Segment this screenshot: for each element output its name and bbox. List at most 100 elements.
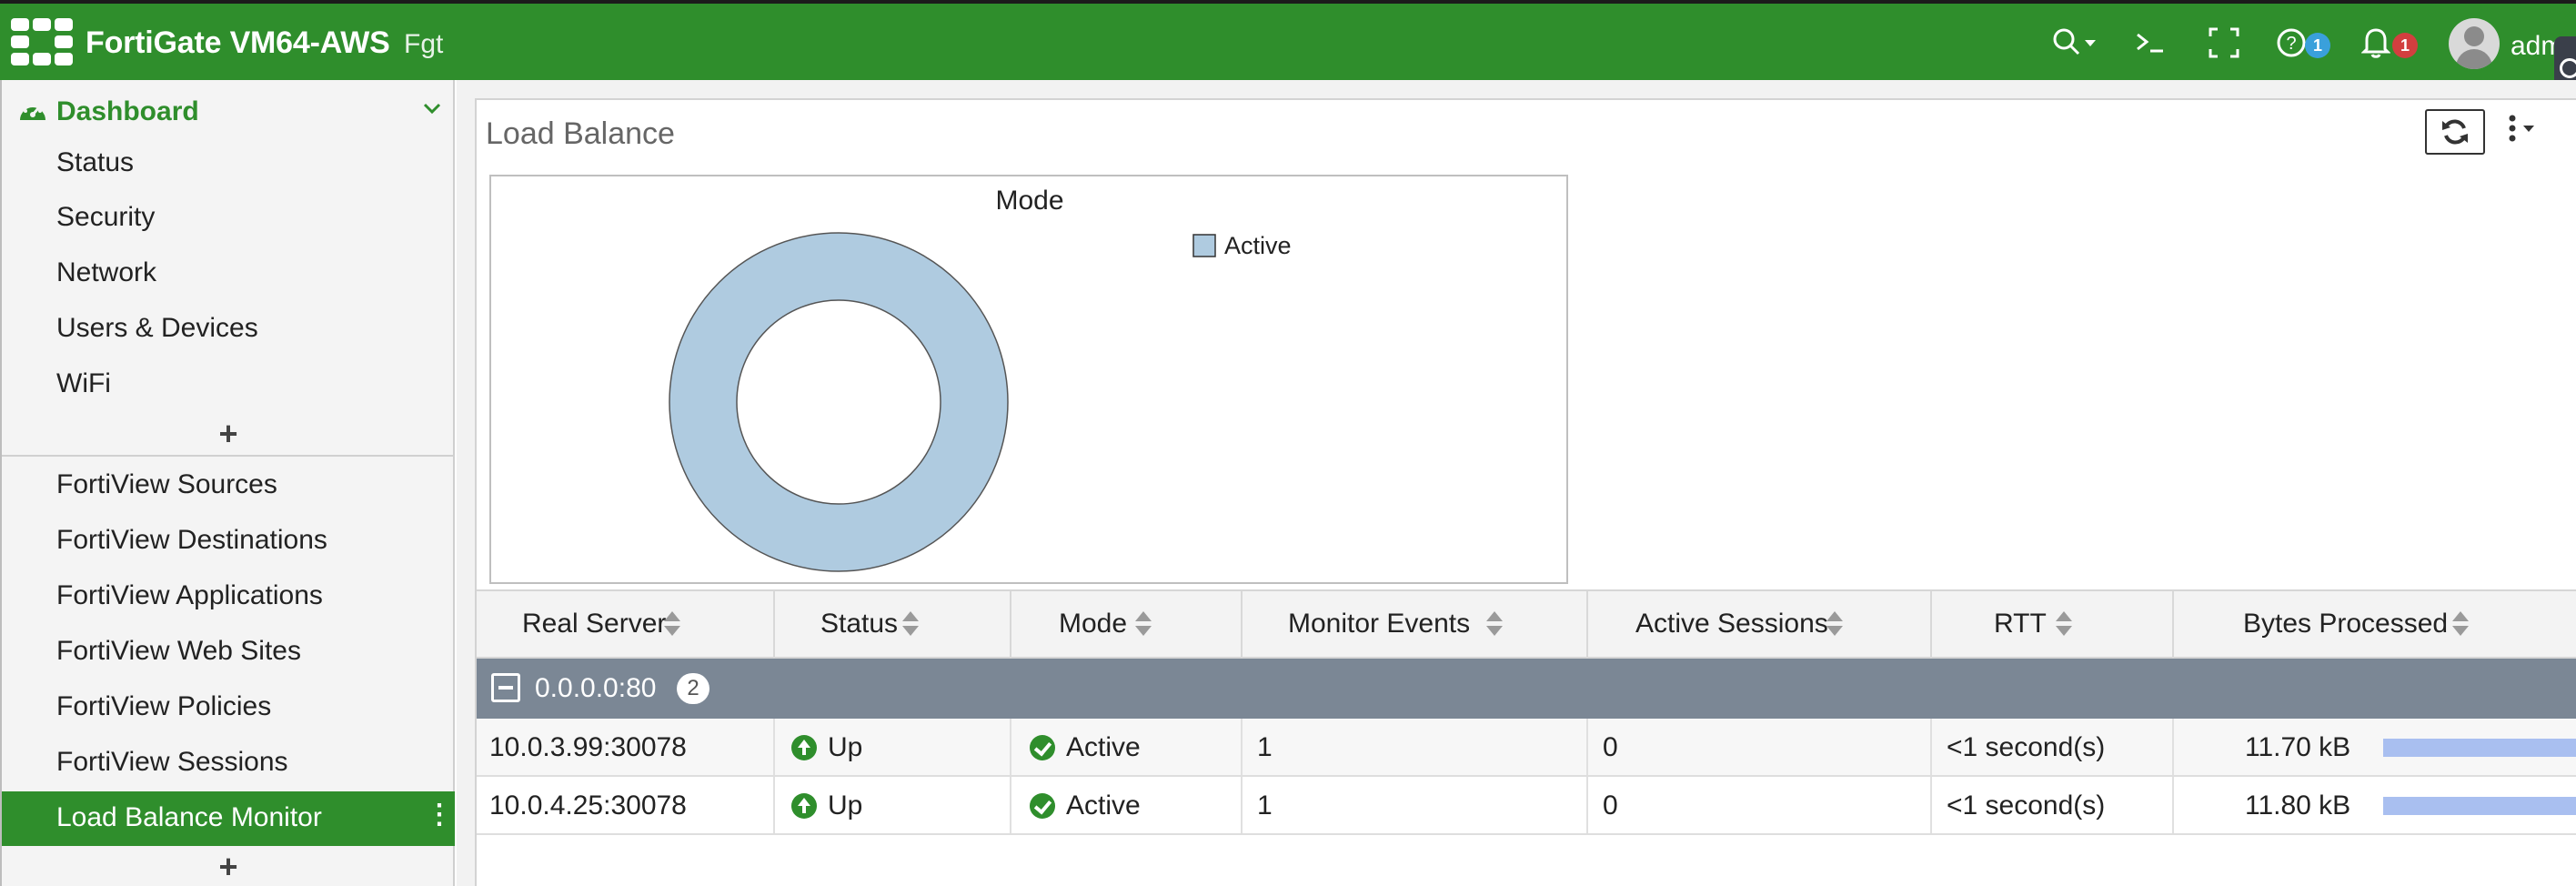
legend-item-active[interactable]: Active — [1192, 232, 1292, 259]
refresh-button[interactable] — [2425, 109, 2485, 155]
sidebar-item-label: Dashboard — [56, 96, 199, 126]
widget-menu-button[interactable] — [2507, 113, 2540, 151]
column-label: Mode — [1059, 609, 1128, 639]
sidebar-item-label: Network — [56, 257, 157, 287]
help-icon[interactable]: ? — [2276, 27, 2307, 63]
cell-real-server: 10.0.3.99:30078 — [477, 719, 775, 775]
cell-mode: Active — [1011, 777, 1243, 833]
sort-icon[interactable] — [902, 611, 919, 639]
sidebar-item-fortiview-web-sites[interactable]: FortiView Web Sites — [2, 625, 455, 680]
load-balance-widget: Load Balance Mode Active Real Server Stat… — [475, 98, 2576, 886]
real-server-value: 10.0.4.25:30078 — [489, 790, 687, 821]
column-label: Monitor Events — [1288, 609, 1471, 639]
main-content: Load Balance Mode Active Real Server Stat… — [457, 80, 2576, 886]
status-up-icon — [791, 735, 817, 760]
help-badge: 1 — [2305, 33, 2330, 58]
status-up-icon — [791, 793, 817, 819]
legend-label: Active — [1224, 232, 1292, 259]
column-label: Bytes Processed — [2243, 609, 2449, 639]
sort-icon[interactable] — [1486, 611, 1503, 639]
sidebar-item-fortiview-policies[interactable]: FortiView Policies — [2, 680, 455, 735]
active-sessions-value: 0 — [1603, 790, 1618, 821]
user-avatar[interactable] — [2449, 18, 2500, 69]
chevron-down-icon[interactable] — [422, 96, 442, 125]
bytes-bar — [2383, 739, 2576, 757]
cell-status: Up — [775, 719, 1011, 775]
cell-rtt: <1 second(s) — [1932, 719, 2174, 775]
mode-value: Active — [1066, 790, 1141, 821]
status-value: Up — [828, 732, 863, 762]
rtt-value: <1 second(s) — [1947, 732, 2106, 762]
cell-status: Up — [775, 777, 1011, 833]
more-options-icon[interactable]: ⋮ — [426, 799, 453, 831]
sidebar-item-network[interactable]: Network — [2, 247, 455, 301]
collapse-group-icon[interactable] — [491, 673, 520, 702]
sidebar-item-users-devices[interactable]: Users & Devices — [2, 302, 455, 357]
column-label: Status — [820, 609, 899, 639]
column-header-rtt[interactable]: RTT — [1932, 591, 2174, 659]
column-header-monitor-events[interactable]: Monitor Events — [1243, 591, 1588, 659]
fortinet-logo-icon[interactable] — [11, 18, 73, 65]
hostname: Fgt — [404, 29, 444, 59]
column-header-bytes-processed[interactable]: Bytes Processed — [2174, 591, 2576, 659]
search-icon[interactable] — [2052, 27, 2098, 63]
cell-real-server: 10.0.4.25:30078 — [477, 777, 775, 833]
sidebar-item-label: Users & Devices — [56, 313, 258, 343]
notifications-bell-icon[interactable] — [2360, 27, 2391, 63]
sidebar-item-security[interactable]: Security — [2, 191, 455, 246]
column-label: Active Sessions — [1635, 609, 1828, 639]
group-count-badge: 2 — [677, 673, 709, 704]
chart-title: Mode — [995, 186, 1063, 216]
cell-bytes-processed: 11.80 kB — [2174, 777, 2576, 833]
sidebar: Dashboard Status Security Network Users … — [0, 80, 455, 886]
sidebar-item-label: Load Balance Monitor — [56, 802, 322, 832]
sidebar-item-label: FortiView Sessions — [56, 747, 288, 777]
cli-console-icon[interactable] — [2134, 27, 2167, 61]
table-header: Real Server Status Mode Monitor Events A… — [477, 589, 2576, 659]
sidebar-item-label: FortiView Policies — [56, 691, 272, 721]
alerts-badge: 1 — [2392, 33, 2418, 58]
sort-icon[interactable] — [1135, 611, 1152, 639]
dashboard-gauge-icon — [20, 104, 45, 120]
sort-icon[interactable] — [664, 611, 680, 639]
table-row[interactable]: 10.0.4.25:30078 Up Active 1 0 <1 second(… — [477, 777, 2576, 835]
sidebar-item-fortiview-sessions[interactable]: FortiView Sessions — [2, 736, 455, 790]
mode-value: Active — [1066, 732, 1141, 762]
fullscreen-icon[interactable] — [2209, 27, 2239, 63]
sidebar-item-fortiview-destinations[interactable]: FortiView Destinations — [2, 514, 455, 569]
group-row-virtual-server[interactable]: 0.0.0.0:80 2 — [477, 659, 2576, 719]
table-row[interactable]: 10.0.3.99:30078 Up Active 1 0 <1 second(… — [477, 719, 2576, 777]
column-header-status[interactable]: Status — [775, 591, 1011, 659]
rtt-value: <1 second(s) — [1947, 790, 2106, 821]
sidebar-item-label: FortiView Applications — [56, 580, 323, 610]
sidebar-item-fortiview-applications[interactable]: FortiView Applications — [2, 569, 455, 624]
cell-rtt: <1 second(s) — [1932, 777, 2174, 833]
cell-mode: Active — [1011, 719, 1243, 775]
top-bar: FortiGate VM64-AWS Fgt ? 1 1 adm — [0, 0, 2576, 80]
sidebar-item-dashboard[interactable]: Dashboard — [2, 86, 455, 136]
sort-icon[interactable] — [1826, 611, 1843, 639]
add-monitor-button[interactable]: + — [2, 848, 455, 885]
add-dashboard-button[interactable]: + — [2, 415, 455, 452]
cell-active-sessions: 0 — [1588, 777, 1932, 833]
monitor-events-value: 1 — [1257, 790, 1273, 821]
sidebar-item-status[interactable]: Status — [2, 136, 455, 191]
column-header-real-server[interactable]: Real Server — [477, 591, 775, 659]
sidebar-item-fortiview-sources[interactable]: FortiView Sources — [2, 458, 455, 513]
sort-icon[interactable] — [2452, 611, 2469, 639]
cell-active-sessions: 0 — [1588, 719, 1932, 775]
active-sessions-value: 0 — [1603, 732, 1618, 762]
column-label: Real Server — [522, 609, 667, 639]
sidebar-item-load-balance-monitor[interactable]: Load Balance Monitor ⋮ — [2, 791, 455, 846]
sort-icon[interactable] — [2056, 611, 2072, 639]
pie-slice-active[interactable] — [669, 232, 1009, 572]
sidebar-item-label: FortiView Web Sites — [56, 636, 301, 666]
column-header-active-sessions[interactable]: Active Sessions — [1588, 591, 1932, 659]
more-options-icon — [2509, 115, 2534, 142]
column-header-mode[interactable]: Mode — [1011, 591, 1243, 659]
refresh-icon — [2442, 119, 2468, 145]
sidebar-item-wifi[interactable]: WiFi — [2, 357, 455, 412]
bytes-value: 11.80 kB — [2245, 790, 2351, 821]
cell-monitor-events: 1 — [1243, 719, 1588, 775]
group-label: 0.0.0.0:80 — [535, 673, 657, 703]
